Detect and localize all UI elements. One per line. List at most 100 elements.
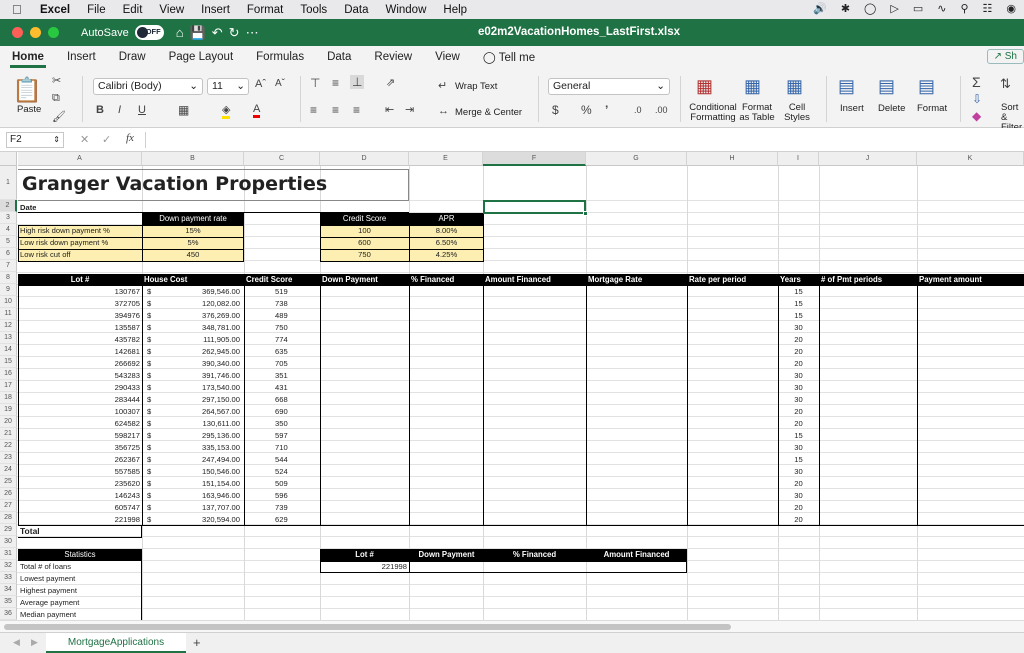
- underline-icon[interactable]: U: [138, 104, 146, 116]
- menu-app-excel[interactable]: Excel: [40, 4, 70, 16]
- row-header[interactable]: 5: [0, 236, 17, 248]
- next-sheet-icon[interactable]: ▶: [31, 637, 38, 648]
- fill-handle[interactable]: [583, 211, 588, 216]
- currency-symbol[interactable]: $: [147, 382, 157, 393]
- wrap-text-button[interactable]: Wrap Text: [455, 81, 497, 92]
- row-header[interactable]: 11: [0, 308, 17, 320]
- cut-icon[interactable]: ✂: [52, 74, 61, 87]
- lot-number[interactable]: 262367: [20, 454, 140, 465]
- row-header[interactable]: 4: [0, 224, 17, 236]
- search-icon[interactable]: ⚲: [960, 2, 968, 15]
- house-cost[interactable]: 262,945.00: [160, 346, 240, 357]
- row-header[interactable]: 14: [0, 344, 17, 356]
- lot-number[interactable]: 146243: [20, 490, 140, 501]
- worksheet-grid[interactable]: ABCDEFGHIJK 1234567891011121314151617181…: [0, 152, 1024, 620]
- column-header-k[interactable]: K: [917, 152, 1024, 166]
- rate-value[interactable]: 450: [142, 249, 244, 260]
- lot-number[interactable]: 624582: [20, 418, 140, 429]
- sheet-tab-mortgage-applications[interactable]: MortgageApplications: [46, 633, 186, 653]
- menu-data[interactable]: Data: [344, 4, 368, 16]
- currency-symbol[interactable]: $: [147, 502, 157, 513]
- horizontal-scrollbar[interactable]: [0, 620, 1024, 632]
- tab-home[interactable]: Home: [12, 51, 44, 63]
- house-cost[interactable]: 295,136.00: [160, 430, 240, 441]
- accessibility-icon[interactable]: ◯: [864, 2, 876, 15]
- currency-symbol[interactable]: $: [147, 286, 157, 297]
- house-cost[interactable]: 130,611.00: [160, 418, 240, 429]
- years[interactable]: 15: [778, 298, 819, 309]
- credit-score[interactable]: 489: [275, 310, 305, 321]
- lookup-lot-value[interactable]: 221998: [322, 561, 407, 572]
- row-header[interactable]: 25: [0, 476, 17, 488]
- rate-label[interactable]: High risk down payment %: [20, 225, 140, 236]
- credit-score[interactable]: 351: [275, 370, 305, 381]
- tab-review[interactable]: Review: [374, 51, 412, 63]
- house-cost[interactable]: 376,269.00: [160, 310, 240, 321]
- menu-format[interactable]: Format: [247, 4, 283, 16]
- years[interactable]: 20: [778, 502, 819, 513]
- lot-number[interactable]: 135587: [20, 322, 140, 333]
- tell-me-search[interactable]: ◯ Tell me: [483, 50, 535, 64]
- row-header[interactable]: 12: [0, 320, 17, 332]
- insert-function-icon[interactable]: fx: [126, 132, 134, 144]
- years[interactable]: 30: [778, 382, 819, 393]
- currency-symbol[interactable]: $: [147, 310, 157, 321]
- decrease-indent-icon[interactable]: ⇤: [385, 103, 394, 116]
- lot-number[interactable]: 130767: [20, 286, 140, 297]
- format-cells-button[interactable]: Format: [917, 103, 947, 114]
- years[interactable]: 20: [778, 478, 819, 489]
- tab-data[interactable]: Data: [327, 51, 351, 63]
- menu-tools[interactable]: Tools: [300, 4, 327, 16]
- house-cost[interactable]: 335,153.00: [160, 442, 240, 453]
- credit-score[interactable]: 629: [275, 514, 305, 525]
- currency-symbol[interactable]: $: [147, 358, 157, 369]
- credit-score[interactable]: 509: [275, 478, 305, 489]
- rate-value[interactable]: 15%: [142, 225, 244, 236]
- row-header[interactable]: 33: [0, 572, 17, 584]
- row-header[interactable]: 24: [0, 464, 17, 476]
- more-icon[interactable]: ⋯: [246, 25, 265, 40]
- row-header[interactable]: 36: [0, 608, 17, 620]
- house-cost[interactable]: 390,340.00: [160, 358, 240, 369]
- borders-icon[interactable]: ▦: [178, 103, 189, 117]
- font-size-select[interactable]: 11⌄: [207, 78, 249, 95]
- column-header-i[interactable]: I: [778, 152, 819, 166]
- credit-score[interactable]: 668: [275, 394, 305, 405]
- merge-center-button[interactable]: Merge & Center: [455, 107, 522, 118]
- scroll-thumb[interactable]: [4, 624, 731, 630]
- column-header-f[interactable]: F: [483, 152, 586, 166]
- row-header[interactable]: 35: [0, 596, 17, 608]
- siri-icon[interactable]: ◉: [1006, 2, 1016, 15]
- column-header-d[interactable]: D: [320, 152, 409, 166]
- lot-number[interactable]: 283444: [20, 394, 140, 405]
- currency-symbol[interactable]: $: [147, 490, 157, 501]
- currency-symbol[interactable]: $: [147, 442, 157, 453]
- tab-draw[interactable]: Draw: [119, 51, 146, 63]
- save-icon[interactable]: 💾: [190, 25, 212, 40]
- years[interactable]: 30: [778, 322, 819, 333]
- accounting-icon[interactable]: $: [552, 103, 559, 117]
- credit-score[interactable]: 710: [275, 442, 305, 453]
- row-header[interactable]: 13: [0, 332, 17, 344]
- credit-score[interactable]: 739: [275, 502, 305, 513]
- years[interactable]: 20: [778, 418, 819, 429]
- currency-symbol[interactable]: $: [147, 334, 157, 345]
- credit-score[interactable]: 431: [275, 382, 305, 393]
- years[interactable]: 20: [778, 358, 819, 369]
- currency-symbol[interactable]: $: [147, 478, 157, 489]
- format-as-table-button[interactable]: Format as Table: [738, 103, 776, 123]
- home-icon[interactable]: ⌂: [176, 25, 190, 40]
- currency-symbol[interactable]: $: [147, 394, 157, 405]
- years[interactable]: 20: [778, 346, 819, 357]
- menu-window[interactable]: Window: [385, 4, 426, 16]
- lot-number[interactable]: 598217: [20, 430, 140, 441]
- percent-icon[interactable]: %: [581, 103, 592, 117]
- currency-symbol[interactable]: $: [147, 322, 157, 333]
- statistics-label[interactable]: Highest payment: [20, 585, 140, 596]
- currency-symbol[interactable]: $: [147, 514, 157, 525]
- align-left-icon[interactable]: ≡: [310, 103, 317, 117]
- italic-icon[interactable]: I: [118, 104, 121, 116]
- credit-score[interactable]: 705: [275, 358, 305, 369]
- autosum-icon[interactable]: Σ: [972, 74, 981, 90]
- column-header-j[interactable]: J: [819, 152, 917, 166]
